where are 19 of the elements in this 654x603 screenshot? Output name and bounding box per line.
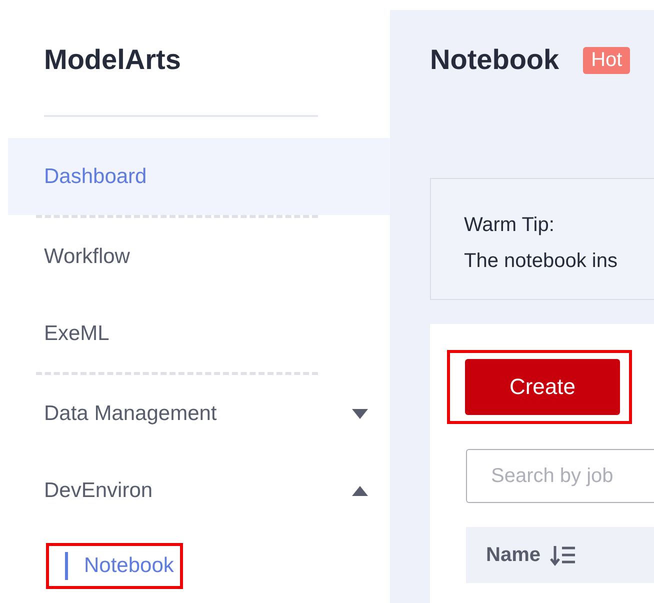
page-title: Notebook — [430, 44, 560, 76]
create-button[interactable]: Create — [465, 359, 620, 415]
app-title: ModelArts — [43, 43, 182, 77]
sidebar-item[interactable]: Workflow — [8, 218, 390, 295]
sidebar-group[interactable]: Data Management — [8, 375, 390, 452]
sort-icon[interactable] — [550, 544, 576, 566]
sidebar-item[interactable]: Dashboard — [8, 138, 390, 215]
tip-heading: Warm Tip: — [464, 213, 556, 238]
sidebar-subitem[interactable]: Notebook — [46, 543, 183, 589]
sidebar-item[interactable]: ExeML — [8, 295, 390, 372]
sidebar-group[interactable]: DevEnviron — [8, 452, 390, 529]
hot-badge: Hot — [583, 46, 630, 74]
group-label: DevEnviron — [44, 478, 154, 502]
column-header[interactable]: Name — [486, 544, 540, 566]
caret-icon — [352, 486, 368, 496]
caret-icon — [352, 408, 368, 418]
search-field[interactable]: Search by job — [466, 449, 654, 503]
group-label: Data Management — [44, 402, 218, 426]
tip-text: The notebook ins — [464, 249, 618, 274]
